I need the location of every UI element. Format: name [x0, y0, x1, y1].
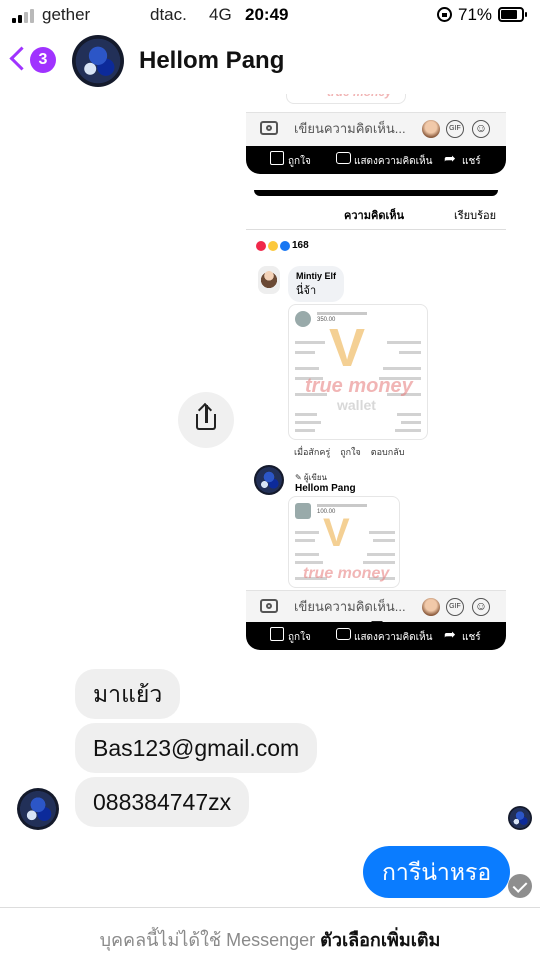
author-name: Hellom Pang [295, 483, 356, 494]
commenter-name: Mintiy Elf [296, 271, 336, 281]
receipt-watermark-sub: wallet [337, 397, 376, 413]
done-label: เรียบร้อย [454, 210, 497, 222]
comment-label: แสดงความคิดเห็น [354, 156, 433, 167]
like-icon [270, 627, 284, 641]
wallet-logo-icon [295, 503, 311, 519]
comment-input: เขียนความคิดเห็น... [294, 599, 406, 614]
author-avatar [254, 465, 284, 495]
post-action-bar: ถูกใจ แสดงความคิดเห็น ➦ แชร์ [246, 622, 506, 650]
contact-name[interactable]: Hellom Pang [139, 47, 284, 75]
gif-icon: GIF [446, 598, 464, 616]
wallet-logo-icon [295, 311, 311, 327]
reaction-count: 168 [292, 240, 309, 251]
wow-reaction-icon [268, 240, 278, 251]
shared-image[interactable]: true money เขียนความคิดเห็น... GIF ☺ ถูก… [246, 94, 506, 650]
battery-percentage: 71% [458, 5, 493, 24]
clock: 20:49 [245, 5, 289, 24]
receipt-watermark: true money [303, 565, 390, 582]
camera-icon [260, 121, 278, 135]
emoji-icon: ☺ [472, 120, 490, 138]
battery-icon [498, 7, 527, 22]
not-on-messenger-text: บุคคลนี้ไม่ได้ใช้ Messenger [99, 930, 316, 950]
commenter-avatar [258, 266, 280, 294]
share-button[interactable] [178, 392, 234, 448]
comment-icon [336, 152, 351, 164]
love-reaction-icon [256, 240, 266, 251]
seen-receipt-avatar [508, 806, 532, 830]
like-reaction-icon [280, 240, 290, 251]
signal-icon [12, 9, 34, 23]
status-bar: gether dtac. 4G 20:49 71% [0, 0, 540, 30]
comment-reply: ตอบกลับ [370, 447, 405, 457]
comment-actions: เมื่อสักครู่ ถูกใจ ตอบกลับ [294, 445, 404, 459]
network-type: 4G [209, 5, 232, 24]
share-arrow-icon: ➦ [444, 626, 456, 642]
comment-text: นี่จ้า [296, 285, 317, 297]
like-label: ถูกใจ [288, 156, 311, 167]
incoming-message[interactable]: Bas123@gmail.com [75, 723, 318, 773]
carrier-secondary: dtac. [150, 5, 187, 24]
chat-header: 3 Hellom Pang [0, 30, 540, 92]
rotation-lock-icon [437, 7, 452, 22]
emoji-icon: ☺ [472, 598, 490, 616]
back-button[interactable]: 3 [9, 44, 60, 78]
incoming-message[interactable]: มาแย้ว [75, 669, 181, 719]
camera-icon [260, 599, 278, 613]
comment-like: ถูกใจ [340, 447, 361, 457]
comments-header: ความคิดเห็น เรียบร้อย [246, 190, 506, 230]
comment-time: เมื่อสักครู่ [294, 447, 331, 457]
avatar-sticker-icon [422, 598, 440, 616]
carrier-name: gether [42, 5, 91, 24]
post-action-bar: ถูกใจ แสดงความคิดเห็น ➦ แชร์ [246, 146, 506, 174]
gif-icon: GIF [446, 120, 464, 138]
receipt-watermark: true money [305, 375, 413, 397]
share-arrow-icon: ➦ [444, 150, 456, 166]
like-label: ถูกใจ [288, 632, 311, 643]
receipt-image: 100.00 V true money [288, 496, 400, 588]
outgoing-message[interactable]: การีน่าหรอ [363, 846, 511, 898]
reaction-summary: 168 [256, 240, 309, 251]
comment-icon [336, 628, 351, 640]
like-icon [270, 151, 284, 165]
share-label: แชร์ [462, 156, 481, 167]
footer-notice: บุคคลนี้ไม่ได้ใช้ Messenger ตัวเลือกเพิ่… [0, 907, 540, 961]
comment-input-bar: เขียนความคิดเห็น... GIF ☺ [246, 112, 506, 146]
delivered-check-icon [508, 874, 532, 898]
share-label: แชร์ [462, 632, 481, 643]
comment-input: เขียนความคิดเห็น... [294, 121, 406, 136]
receipt-watermark: true money [327, 94, 392, 99]
comments-title: ความคิดเห็น [344, 210, 404, 222]
unread-count-badge: 3 [30, 47, 56, 73]
avatar-sticker-icon [422, 120, 440, 138]
receipt-preview: true money [286, 94, 406, 104]
receipt-image: 350.00 V true money wallet [288, 304, 428, 440]
contact-avatar[interactable] [72, 35, 124, 87]
comment-label: แสดงความคิดเห็น [354, 632, 433, 643]
sender-avatar[interactable] [17, 788, 59, 830]
comment-bubble: Mintiy Elf นี่จ้า [288, 266, 344, 302]
comment-input-bar: เขียนความคิดเห็น... GIF ☺ [246, 590, 506, 624]
incoming-message[interactable]: 088384747zx [75, 777, 250, 827]
more-options-link[interactable]: ตัวเลือกเพิ่มเติม [320, 930, 440, 950]
